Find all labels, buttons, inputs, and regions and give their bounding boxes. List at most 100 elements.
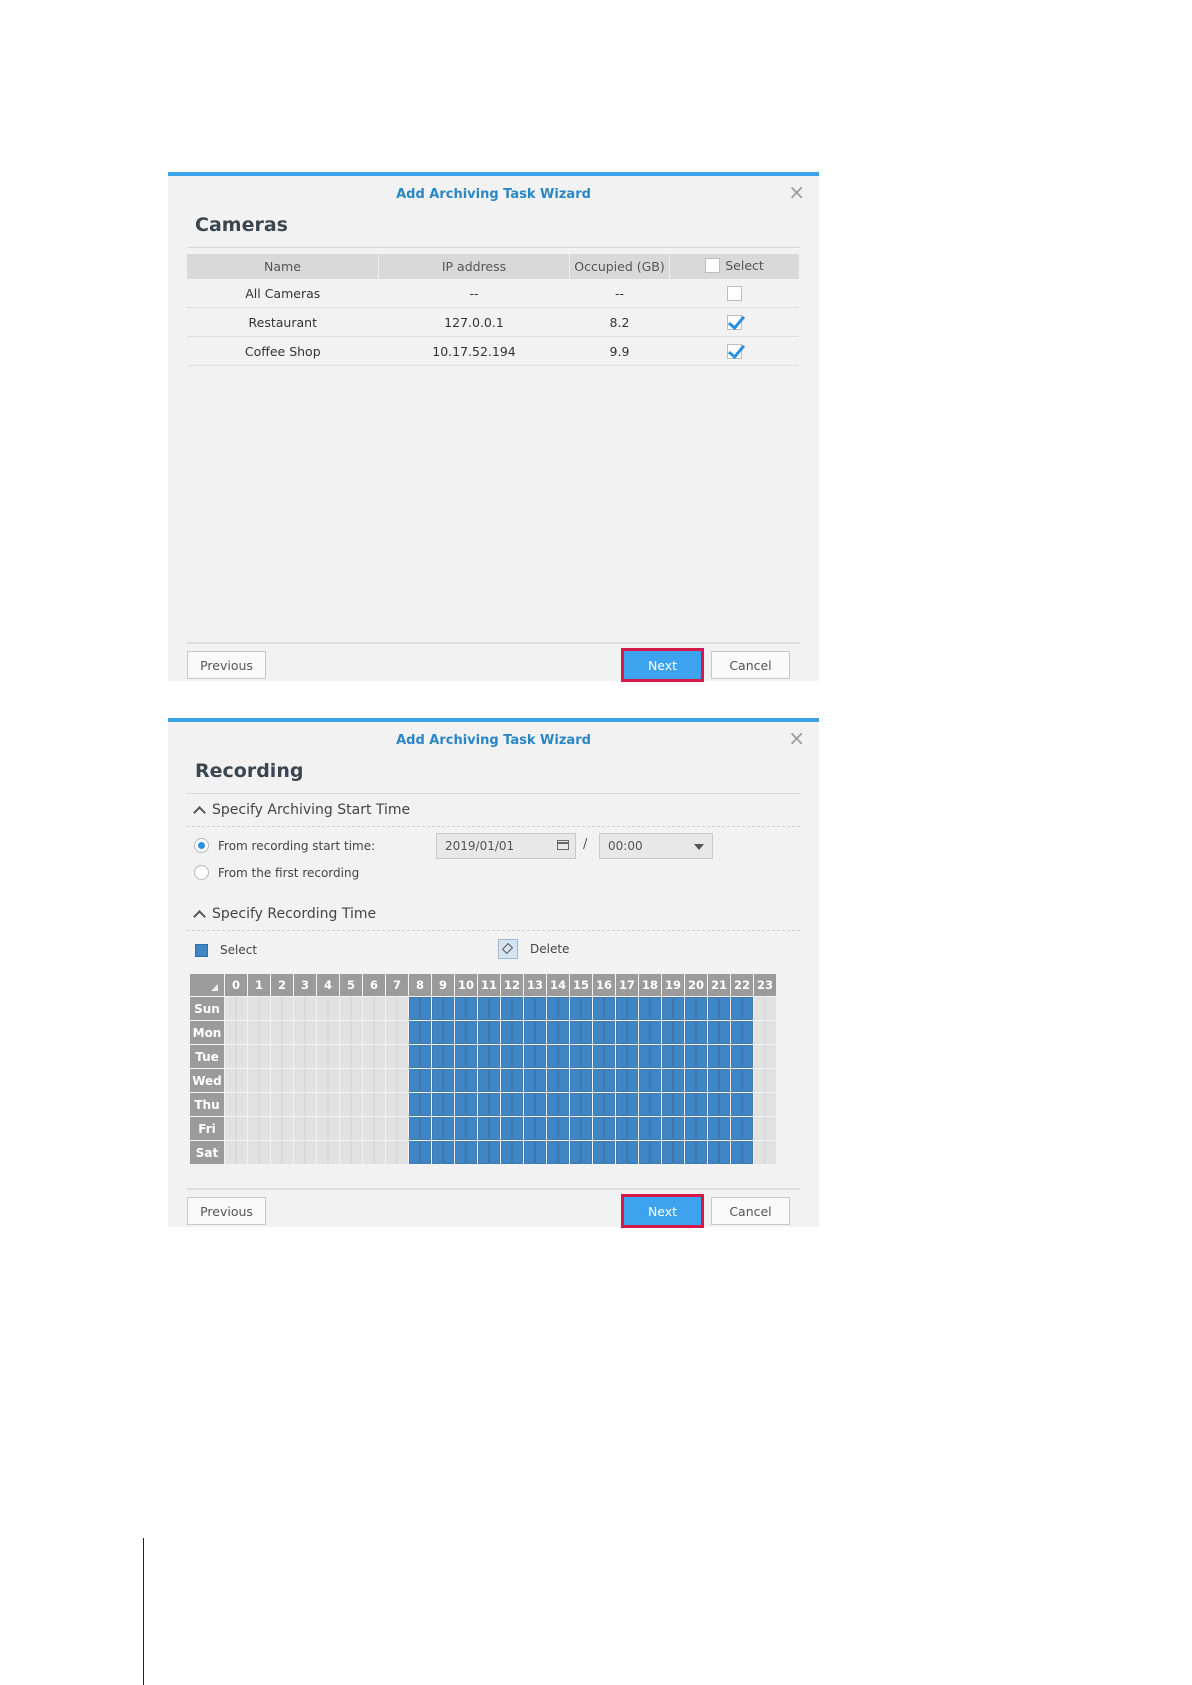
selected-slot[interactable]	[731, 1045, 742, 1068]
selected-slot[interactable]	[627, 1021, 638, 1044]
selected-slot[interactable]	[604, 1021, 615, 1044]
col-occupied[interactable]: Occupied (GB)	[569, 254, 670, 279]
camera-checkbox[interactable]	[726, 286, 742, 301]
selected-slot[interactable]	[466, 1093, 477, 1116]
selected-slot[interactable]	[420, 1045, 431, 1068]
selected-slot[interactable]	[524, 997, 535, 1020]
selected-slot[interactable]	[420, 1117, 431, 1140]
selected-slot[interactable]	[478, 997, 489, 1020]
selected-slot[interactable]	[409, 1069, 420, 1092]
next-button[interactable]: Next	[624, 1197, 701, 1225]
selected-slot[interactable]	[466, 1141, 477, 1164]
selected-slot[interactable]	[696, 997, 707, 1020]
selected-slot[interactable]	[662, 1093, 673, 1116]
selected-slot[interactable]	[455, 1069, 466, 1092]
selected-slot[interactable]	[650, 1069, 661, 1092]
selected-slot[interactable]	[650, 997, 661, 1020]
table-row[interactable]: All Cameras -- --	[187, 279, 799, 308]
selected-slot[interactable]	[650, 1093, 661, 1116]
select-mode[interactable]: Select	[195, 943, 257, 957]
selected-slot[interactable]	[719, 1117, 730, 1140]
selected-slot[interactable]	[627, 1117, 638, 1140]
selected-slot[interactable]	[558, 1021, 569, 1044]
selected-slot[interactable]	[673, 997, 684, 1020]
table-row[interactable]: Restaurant 127.0.0.1 8.2	[187, 307, 799, 337]
selected-slot[interactable]	[409, 1117, 420, 1140]
selected-slot[interactable]	[627, 997, 638, 1020]
selected-slot[interactable]	[420, 997, 431, 1020]
selected-slot[interactable]	[731, 1093, 742, 1116]
selected-slot[interactable]	[639, 997, 650, 1020]
selected-slot[interactable]	[524, 1093, 535, 1116]
selected-slot[interactable]	[455, 1045, 466, 1068]
selected-slot[interactable]	[719, 1045, 730, 1068]
selected-slot[interactable]	[489, 1021, 500, 1044]
selected-slot[interactable]	[443, 997, 454, 1020]
selected-slot[interactable]	[489, 997, 500, 1020]
selected-slot[interactable]	[501, 997, 512, 1020]
selected-slot[interactable]	[443, 1093, 454, 1116]
selected-slot[interactable]	[616, 1069, 627, 1092]
selected-slot[interactable]	[685, 1093, 696, 1116]
selected-slot[interactable]	[685, 997, 696, 1020]
selected-slot[interactable]	[581, 1069, 592, 1092]
selected-slot[interactable]	[478, 1021, 489, 1044]
selected-slot[interactable]	[570, 1093, 581, 1116]
selected-slot[interactable]	[593, 1021, 604, 1044]
selected-slot[interactable]	[696, 1141, 707, 1164]
selected-slot[interactable]	[455, 1141, 466, 1164]
selected-slot[interactable]	[535, 1093, 546, 1116]
selected-slot[interactable]	[616, 1021, 627, 1044]
selected-slot[interactable]	[512, 1141, 523, 1164]
selected-slot[interactable]	[581, 1141, 592, 1164]
selected-slot[interactable]	[742, 1117, 753, 1140]
selected-slot[interactable]	[512, 1045, 523, 1068]
selected-slot[interactable]	[639, 1021, 650, 1044]
selected-slot[interactable]	[558, 1069, 569, 1092]
selected-slot[interactable]	[639, 1141, 650, 1164]
selected-slot[interactable]	[432, 1069, 443, 1092]
close-icon[interactable]: ×	[788, 728, 805, 748]
selected-slot[interactable]	[524, 1069, 535, 1092]
camera-checkbox[interactable]	[726, 315, 742, 330]
selected-slot[interactable]	[731, 997, 742, 1020]
selected-slot[interactable]	[639, 1045, 650, 1068]
selected-slot[interactable]	[719, 1093, 730, 1116]
selected-slot[interactable]	[420, 1069, 431, 1092]
selected-slot[interactable]	[570, 1045, 581, 1068]
selected-slot[interactable]	[443, 1069, 454, 1092]
selected-slot[interactable]	[650, 1117, 661, 1140]
selected-slot[interactable]	[466, 1117, 477, 1140]
selected-slot[interactable]	[696, 1021, 707, 1044]
selected-slot[interactable]	[524, 1021, 535, 1044]
selected-slot[interactable]	[512, 997, 523, 1020]
selected-slot[interactable]	[432, 1141, 443, 1164]
selected-slot[interactable]	[742, 1045, 753, 1068]
selected-slot[interactable]	[524, 1045, 535, 1068]
selected-slot[interactable]	[570, 1069, 581, 1092]
selected-slot[interactable]	[719, 1141, 730, 1164]
selected-slot[interactable]	[685, 1021, 696, 1044]
selected-slot[interactable]	[547, 1141, 558, 1164]
radio-from-start[interactable]: From recording start time:	[194, 838, 375, 853]
selected-slot[interactable]	[593, 997, 604, 1020]
selected-slot[interactable]	[524, 1117, 535, 1140]
selected-slot[interactable]	[719, 1069, 730, 1092]
time-select[interactable]: 00:00	[599, 833, 713, 859]
selected-slot[interactable]	[466, 1069, 477, 1092]
selected-slot[interactable]	[719, 1021, 730, 1044]
date-input[interactable]: 2019/01/01	[436, 833, 576, 859]
selected-slot[interactable]	[662, 1117, 673, 1140]
start-time-section-toggle[interactable]: Specify Archiving Start Time	[193, 802, 410, 819]
selected-slot[interactable]	[466, 1045, 477, 1068]
selected-slot[interactable]	[627, 1069, 638, 1092]
selected-slot[interactable]	[662, 1045, 673, 1068]
selected-slot[interactable]	[547, 1045, 558, 1068]
next-button[interactable]: Next	[624, 651, 701, 679]
schedule-grid[interactable]: 0 1 2 3 4 5 6 7 8 9 10 11 12 13 14 15 16 17 18 19 20 21 22 23Su…	[190, 974, 776, 1164]
selected-slot[interactable]	[409, 1045, 420, 1068]
selected-slot[interactable]	[708, 1117, 719, 1140]
selected-slot[interactable]	[489, 1117, 500, 1140]
selected-slot[interactable]	[478, 1093, 489, 1116]
selected-slot[interactable]	[731, 1141, 742, 1164]
